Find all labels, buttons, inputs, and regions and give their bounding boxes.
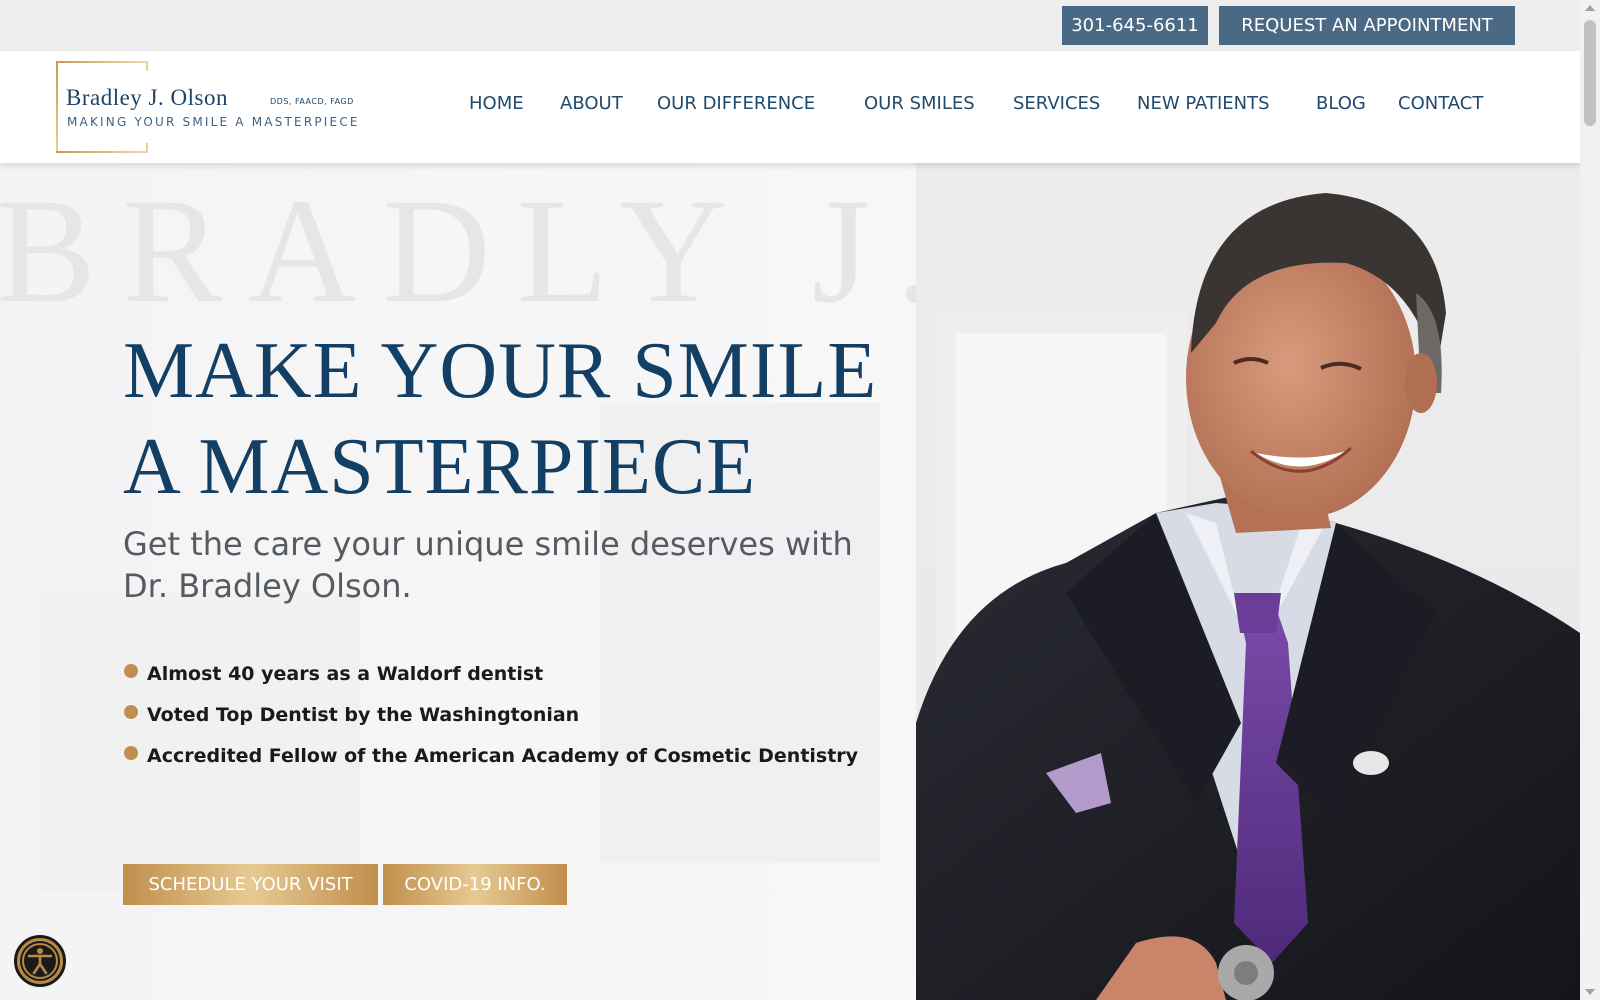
list-item: Almost 40 years as a Waldorf dentist xyxy=(123,661,858,702)
hero-headline: MAKE YOUR SMILE A MASTERPIECE xyxy=(123,323,877,515)
scrollbar-thumb[interactable] xyxy=(1584,20,1596,126)
accessibility-icon xyxy=(20,941,60,981)
main-nav: HOME ABOUT OUR DIFFERENCE OUR SMILES SER… xyxy=(0,51,1580,163)
list-item: Voted Top Dentist by the Washingtonian xyxy=(123,702,858,743)
nav-item-home[interactable]: HOME xyxy=(469,93,524,114)
bullet-dot-icon xyxy=(124,746,138,760)
bullet-dot-icon xyxy=(124,705,138,719)
nav-item-new-patients[interactable]: NEW PATIENTS xyxy=(1137,93,1270,114)
scroll-down-icon[interactable] xyxy=(1585,989,1595,995)
accessibility-figure xyxy=(22,943,58,979)
hero-subhead: Get the care your unique smile deserves … xyxy=(123,525,853,605)
bullet-text: Almost 40 years as a Waldorf dentist xyxy=(147,663,544,685)
top-utility-bar: 301-645-6611 REQUEST AN APPOINTMENT xyxy=(0,0,1580,51)
bullet-dot-icon xyxy=(124,664,138,678)
dentist-portrait xyxy=(916,163,1580,1000)
schedule-visit-button[interactable]: SCHEDULE YOUR VISIT xyxy=(123,864,378,905)
bullet-text: Voted Top Dentist by the Washingtonian xyxy=(147,704,580,726)
nav-item-our-smiles[interactable]: OUR SMILES xyxy=(864,93,975,114)
accessibility-button[interactable] xyxy=(14,935,66,987)
nav-item-about[interactable]: ABOUT xyxy=(560,93,623,114)
hero-section: BRADLY J. OLSON MAKE YOUR SMILE A MASTER… xyxy=(0,163,1580,1000)
phone-button[interactable]: 301-645-6611 xyxy=(1062,6,1208,45)
nav-item-our-difference[interactable]: OUR DIFFERENCE xyxy=(657,93,815,114)
nav-item-contact[interactable]: CONTACT xyxy=(1398,93,1483,114)
hero-headline-line: MAKE YOUR SMILE xyxy=(123,327,878,415)
request-appointment-button[interactable]: REQUEST AN APPOINTMENT xyxy=(1219,6,1515,45)
hero-bullet-list: Almost 40 years as a Waldorf dentist Vot… xyxy=(123,661,858,784)
nav-item-services[interactable]: SERVICES xyxy=(1013,93,1100,114)
hero-headline-line: A MASTERPIECE xyxy=(123,423,757,511)
covid-info-button[interactable]: COVID-19 INFO. xyxy=(383,864,567,905)
site-header: Bradley J. Olson DDS, FAACD, FAGD MAKING… xyxy=(0,51,1580,163)
list-item: Accredited Fellow of the American Academ… xyxy=(123,743,858,784)
scroll-up-icon[interactable] xyxy=(1585,5,1595,11)
bullet-text: Accredited Fellow of the American Academ… xyxy=(147,745,859,767)
nav-item-blog[interactable]: BLOG xyxy=(1316,93,1366,114)
portrait-illustration xyxy=(916,193,1580,1000)
page-scrollbar[interactable] xyxy=(1580,0,1600,1000)
